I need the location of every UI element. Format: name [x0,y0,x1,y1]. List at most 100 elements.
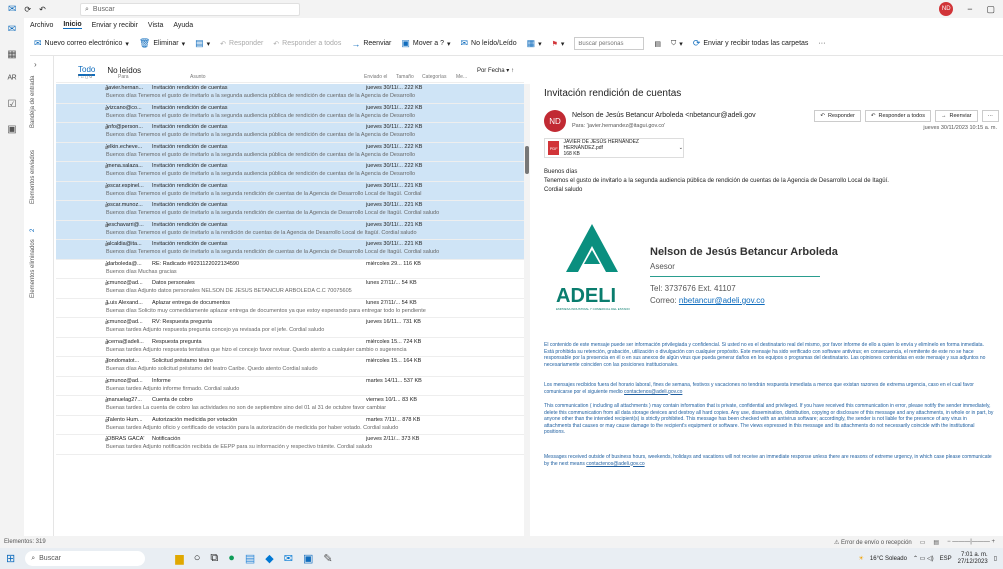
collapse-chevron-icon[interactable]: › [34,60,37,69]
minimize-icon[interactable]: − [967,4,972,14]
message-row[interactable]: ⌀'vizcano@co... Invitación rendición de c… [56,103,524,123]
app-files-icon[interactable]: ▤ [245,552,255,565]
disclaimer-en-link[interactable]: contactenos@adeli.gov.co [586,461,644,467]
message-row[interactable]: ⌀ 'Talento Hum... Autorización medicida po… [56,416,524,435]
taskbar-search[interactable]: ⌕ Buscar [25,551,146,566]
sync-icon[interactable]: ⟳ [24,5,31,14]
reading-reply-button[interactable]: ↶ Responder [814,110,861,122]
app-taskview-icon[interactable]: ⧉ [210,552,218,565]
app-store-icon[interactable]: ◆ [265,552,273,565]
menu-home[interactable]: Inicio [63,21,82,29]
message-row[interactable]: ⌀'jcerna@adeli... Respuesta pregunta miérc… [56,338,524,357]
mail-icon[interactable]: ✉ [8,24,16,35]
message-row[interactable]: ⌀ 'OBRAS GACA' Notificación jueves 2/11/...… [56,435,524,455]
message-row[interactable]: ⌀'alcaldia@ita... Invitación rendición de… [56,240,524,260]
sort-dropdown[interactable]: Por Fecha ▾ ↑ [477,67,530,74]
reply-all-button[interactable]: ↶ Responder a todos [273,40,341,48]
calendar-icon[interactable]: ▦ [7,49,16,60]
user-avatar[interactable]: ND [939,2,954,16]
message-row[interactable]: ⌀'cmunoz@ad... Datos personales lunes 27/1… [56,279,524,299]
message-row[interactable]: ⌀'oscar.munoz... Invitación rendición de … [56,201,524,221]
app-chrome-icon[interactable]: ● [228,552,235,565]
more-options-button[interactable]: ··· [818,40,825,47]
message-row[interactable]: ⌀ 'Luis Alexand... Aplazar entrega de docu… [56,299,524,318]
restore-icon[interactable]: ▢ [986,4,995,15]
message-row[interactable]: ⌀'javier.hernan... Invitación rendición d… [56,84,524,104]
message-row[interactable]: ⌀'cmunoz@ad... Informe martes 14/11... 537… [56,377,524,396]
language-indicator[interactable]: ESP [940,556,952,562]
message-row[interactable]: ⌀'darboleda@... RE: Radicado #92311220221… [56,260,524,279]
col-size[interactable]: Tamaño [396,74,422,82]
tray-icons[interactable]: ⌃ ▭ ◁) [913,555,934,562]
app-mail-icon[interactable]: ✉ [284,552,293,565]
delete-button[interactable]: 🗑 Eliminar ▾ [139,38,185,49]
clock[interactable]: 7:01 a. m. 27/12/2023 [958,552,988,566]
message-row[interactable]: ⌀'info@person... Invitación rendición de … [56,123,524,143]
app-outlook-icon[interactable]: ▣ [303,552,313,565]
menu-help[interactable]: Ayuda [173,22,193,29]
col-from[interactable]: Para [118,74,190,82]
notification-icon[interactable]: ▯ [994,555,997,562]
app-explorer-icon[interactable]: ▆ [175,552,183,565]
folder-inbox[interactable]: Bandeja de entrada [30,76,36,128]
app-search-icon[interactable]: ○ [194,552,201,565]
categorize-button[interactable]: ▦ ▾ [527,38,542,49]
menu-view[interactable]: Vista [148,22,163,29]
message-row[interactable]: ⌀'manuelag27... Cuenta de cobro viernes 10… [56,396,524,416]
send-error-status[interactable]: ⚠ Error de envío o recepción [834,539,912,546]
reading-reply-all-button[interactable]: ↶ Responder a todos [864,110,931,122]
search-placeholder: Buscar [92,6,115,13]
message-row[interactable]: ⌀'oscar.espinel... Invitación rendición d… [56,181,524,201]
folder-deleted[interactable]: Elementos eliminados [30,239,36,298]
move-button[interactable]: ▣ Mover a ? ▾ [401,38,450,49]
list-scrollbar[interactable] [524,84,530,536]
view-reading-icon[interactable]: ▤ [933,539,939,546]
col-icons[interactable]: ! ⌂ ▯ 0 [78,74,118,82]
attachment-size: 168 KB [563,151,580,157]
disclaimer-es-link[interactable]: contactenos@adeli.gov.co [624,389,682,395]
new-mail-button[interactable]: ✉ Nuevo correo electrónico ▾ [34,38,129,49]
row-subject: Invitación rendición de cuentas [152,143,228,150]
attachment-card[interactable]: PDF JAVIER DE JESÚS HERNÁNDEZ HERNÁNDEZ.… [544,138,684,158]
zoom-slider[interactable]: − ———|——— + [947,539,995,545]
attachment-icon: ⌀ [105,281,109,287]
search-people-input[interactable] [574,37,645,50]
reading-forward-button[interactable]: → Reenviar [934,110,978,122]
address-book-button[interactable]: ▤ [654,40,661,48]
top-search-box[interactable]: ⌕ Buscar [80,3,300,16]
message-row[interactable]: ⌀'cmunoz@ad... RV: Respuesta pregunta juev… [56,318,524,338]
col-subject[interactable]: Asunto [190,74,364,82]
view-normal-icon[interactable]: ▭ [920,539,926,546]
weather-text[interactable]: 16°C Soleado [870,556,907,562]
filter-button[interactable]: ⛉ ▾ [671,40,683,48]
read-unread-button[interactable]: ✉ No leído/Leído [461,38,517,49]
folder-sent[interactable]: Elementos enviados [30,150,36,204]
undo-icon[interactable]: ↶ [39,5,46,14]
archive-button[interactable]: ▤ ▾ [195,38,210,49]
col-sent[interactable]: Enviado el [364,74,396,82]
message-row[interactable]: ⌀'mena.salaza... Invitación rendición de … [56,162,524,182]
app-other-icon[interactable]: ✎ [323,552,332,565]
row-date-size: martes 7/11/... 878 KB [366,416,421,423]
message-row[interactable]: ⌀'elkin.echeve... Invitación rendición de… [56,142,524,162]
flag-button[interactable]: ⚑ ▾ [552,40,565,48]
people-icon[interactable]: ᴬᴿ [7,74,16,85]
message-row[interactable]: ⌀'jeschavarri@... Invitación rendición de… [56,220,524,240]
attachment-icon: ⌀ [105,261,109,268]
windows-start-icon[interactable]: ⊞ [6,552,15,565]
attachment-chevron-icon[interactable]: ⌄ [679,145,683,151]
message-row[interactable]: ⌀'fondomatot... Solicitud préstamo teatro… [56,357,524,377]
reply-button[interactable]: ↶ Responder [220,40,263,48]
apps-icon[interactable]: ▣ [7,124,16,135]
col-mention[interactable]: Me... [456,74,467,82]
menu-send-receive[interactable]: Enviar y recibir [92,22,138,29]
reading-more-button[interactable]: ··· [981,110,999,122]
forward-button[interactable]: → Reenviar [351,39,391,49]
tasks-icon[interactable]: ☑ [8,99,17,110]
scrollbar-thumb[interactable] [525,146,529,174]
send-receive-button[interactable]: ⟳ Enviar y recibir todas las carpetas [693,38,809,49]
menu-file[interactable]: Archivo [30,22,53,29]
signature-email-link[interactable]: nbetancur@adeli.gov.co [679,296,765,305]
col-categories[interactable]: Categorías [422,74,456,82]
sender-name[interactable]: Nelson de Jesús Betancur Arboleda <nbeta… [572,112,756,119]
